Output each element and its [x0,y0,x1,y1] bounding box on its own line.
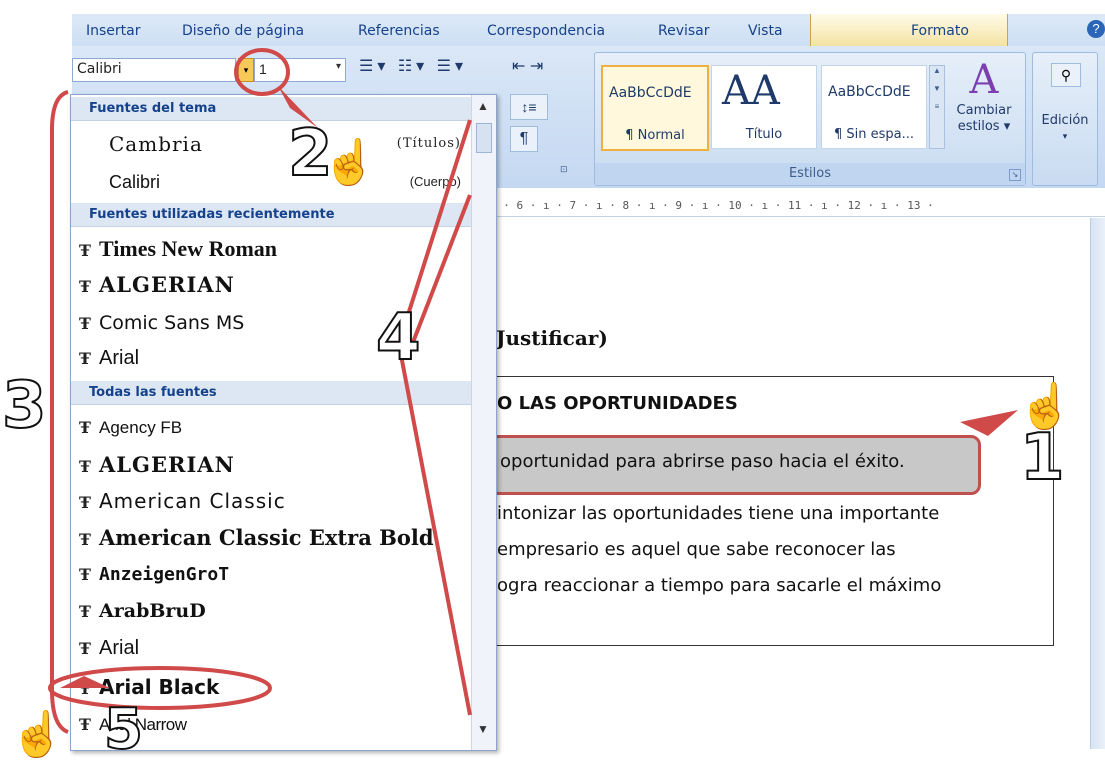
annotation-circle-dropdown [234,48,290,96]
hand-cursor-icon: ☝ [1018,382,1073,431]
hand-cursor-icon: ☝ [10,710,65,759]
annotation-arrow-4c [398,349,472,716]
annotation-arrow-1 [960,410,1018,436]
hand-cursor-icon: ☝ [322,138,377,187]
annotation-number-4: 4 [375,301,422,375]
annotation-overlay [48,48,1018,734]
annotation-number-1: 1 [1019,421,1066,495]
annotation-bracket-3 [50,90,69,734]
annotation-number-3: 3 [1,369,48,443]
annotation-number-5: 5 [103,697,144,762]
